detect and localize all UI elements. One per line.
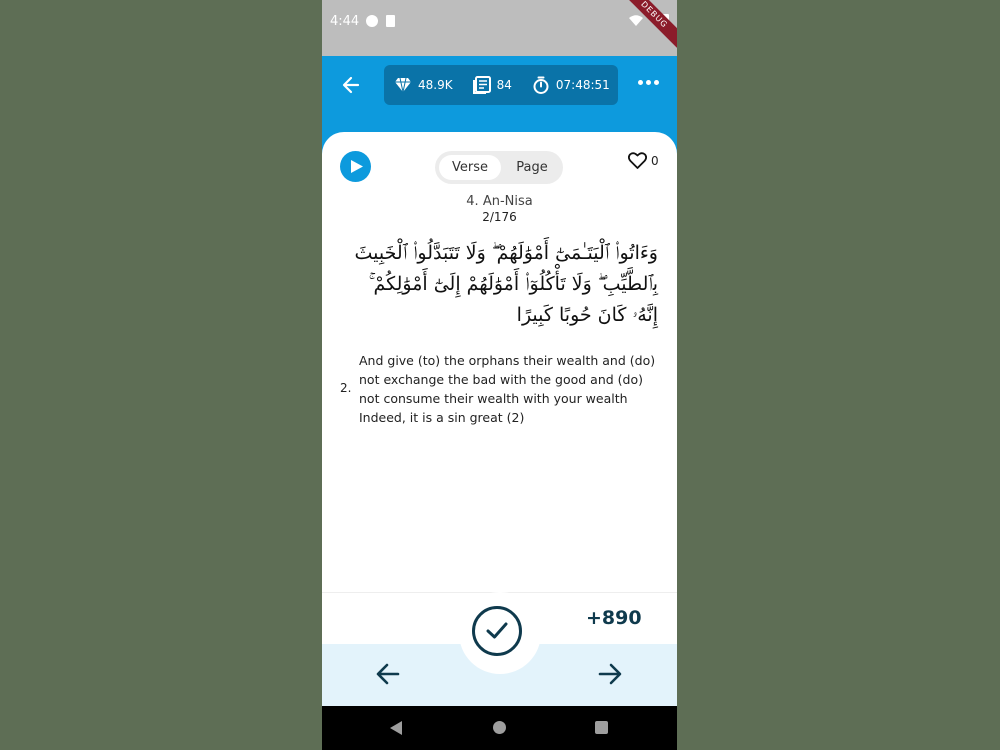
next-verse-button[interactable] xyxy=(597,661,623,691)
tab-verse[interactable]: Verse xyxy=(439,155,501,180)
system-home-icon[interactable] xyxy=(493,721,506,734)
system-back-icon[interactable] xyxy=(390,721,403,735)
check-icon xyxy=(486,622,508,639)
debug-banner: DEBUG xyxy=(617,0,677,52)
arrow-left-icon xyxy=(342,76,360,94)
more-button[interactable] xyxy=(638,80,659,85)
play-button[interactable] xyxy=(340,151,371,182)
more-horizontal-icon xyxy=(638,80,643,85)
system-nav-bar xyxy=(322,706,677,750)
more-dot xyxy=(646,80,651,85)
gems-stat[interactable]: 48.9K xyxy=(384,65,463,105)
status-time: 4:44 xyxy=(330,14,360,29)
heart-outline-icon xyxy=(627,152,648,169)
system-recents-icon[interactable] xyxy=(595,721,608,734)
verse-translation: And give (to) the orphans their wealth a… xyxy=(359,353,656,425)
verse-card: Verse Page 0 4. An-Nisa 2/176 وَءَاتُوا۟… xyxy=(322,132,677,644)
diamond-icon xyxy=(395,77,411,93)
arrow-left-icon xyxy=(376,663,400,685)
surah-name: 4. An-Nisa xyxy=(466,194,533,209)
book-icon xyxy=(472,76,491,94)
status-bar: 4:44 DEBUG xyxy=(322,0,677,56)
stopwatch-icon xyxy=(533,76,549,94)
play-icon xyxy=(351,160,363,173)
timer-stat[interactable]: 07:48:51 xyxy=(522,65,620,105)
complete-verse-button[interactable] xyxy=(472,606,522,656)
wifi-icon xyxy=(629,15,643,26)
tab-page[interactable]: Page xyxy=(505,155,559,180)
more-dot xyxy=(654,80,659,85)
verse-number: 2. xyxy=(340,381,352,395)
phone-screen: 4:44 DEBUG 48.9K 84 07:48:51 Verse Page … xyxy=(322,0,677,750)
view-toggle: Verse Page xyxy=(435,151,563,184)
favorite-count: 0 xyxy=(651,154,659,168)
favorite-button[interactable] xyxy=(627,152,648,173)
verse-position: 2/176 xyxy=(482,210,517,224)
arabic-verse-text: وَءَاتُوا۟ ٱلْيَتَـٰمَىٰٓ أَمْوَٰلَهُمْ … xyxy=(354,242,658,326)
app-notification-icon xyxy=(366,15,378,27)
timer-value: 07:48:51 xyxy=(555,78,610,92)
gems-value: 48.9K xyxy=(418,78,453,92)
points-reward: +890 xyxy=(586,607,642,629)
sd-card-icon xyxy=(386,15,395,27)
arrow-right-icon xyxy=(598,663,622,685)
pages-value: 84 xyxy=(496,78,512,92)
pages-stat[interactable]: 84 xyxy=(463,65,522,105)
stats-pill: 48.9K 84 07:48:51 xyxy=(384,65,618,105)
back-button[interactable] xyxy=(340,74,362,96)
previous-verse-button[interactable] xyxy=(375,661,401,691)
